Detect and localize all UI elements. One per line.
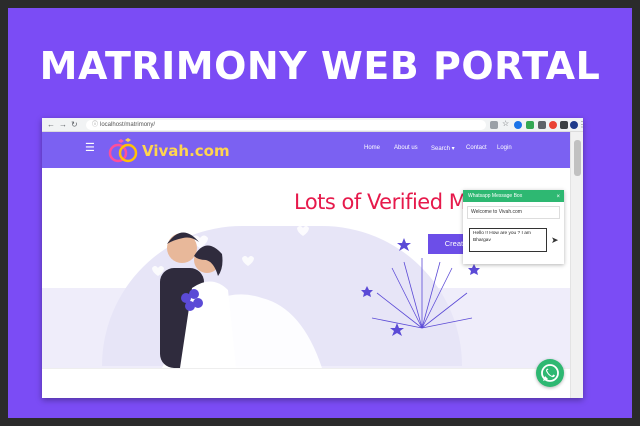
site-logo[interactable]: Vivah.com xyxy=(142,142,230,160)
nav-about-us[interactable]: About us xyxy=(394,145,418,151)
address-url: localhost/matrimony/ xyxy=(100,122,156,128)
extension-icon[interactable] xyxy=(538,121,546,129)
page-scrollbar[interactable] xyxy=(570,132,583,398)
forward-arrow-icon[interactable]: → xyxy=(59,120,67,130)
nav-search[interactable]: Search ▾ xyxy=(431,145,455,152)
info-icon: ⓘ xyxy=(92,122,99,128)
avatar[interactable] xyxy=(570,121,578,129)
extension-icon[interactable] xyxy=(490,121,498,129)
whatsapp-box-title: Whatsapp Message Box xyxy=(468,193,523,199)
page-bottom xyxy=(42,368,570,398)
extension-icon[interactable] xyxy=(526,121,534,129)
nav-home[interactable]: Home xyxy=(364,145,380,151)
whatsapp-message-line: Bhargav xyxy=(473,237,491,243)
nav-login[interactable]: Login xyxy=(497,145,512,151)
whatsapp-chat-button[interactable] xyxy=(536,359,564,387)
whatsapp-message-input[interactable]: Hello !! How are you ? I am Bhargav xyxy=(469,228,547,252)
star-icon[interactable]: ☆ xyxy=(502,119,509,129)
reload-icon[interactable]: ↻ xyxy=(71,120,78,130)
whatsapp-message-box: Whatsapp Message Box × Welcome to Vivah.… xyxy=(463,190,564,264)
site-navbar: ☰ Vivah.com Home About us Search ▾ Conta… xyxy=(42,132,570,168)
poster-headline: MATRIMONY WEB PORTAL xyxy=(39,44,601,88)
extension-icon[interactable] xyxy=(514,121,522,129)
browser-toolbar: ← → ↻ ⓘ localhost/matrimony/ ☆ ⋮ xyxy=(42,118,583,132)
close-icon[interactable]: × xyxy=(556,191,560,203)
send-icon[interactable]: ➤ xyxy=(551,235,559,246)
rings-logo-icon xyxy=(108,138,138,163)
menu-dots-icon[interactable]: ⋮ xyxy=(578,120,583,130)
whatsapp-icon xyxy=(541,364,559,382)
puzzle-icon[interactable] xyxy=(560,121,568,129)
whatsapp-welcome-message: Welcome to Vivah.com xyxy=(467,206,560,219)
back-arrow-icon[interactable]: ← xyxy=(47,120,55,130)
extension-icon[interactable] xyxy=(549,121,557,129)
whatsapp-box-header: Whatsapp Message Box × xyxy=(463,190,564,202)
scrollbar-thumb[interactable] xyxy=(574,140,581,176)
hamburger-icon[interactable]: ☰ xyxy=(85,141,95,154)
address-bar[interactable]: ⓘ localhost/matrimony/ xyxy=(86,120,486,130)
poster: MATRIMONY WEB PORTAL ← → ↻ ⓘ localhost/ma… xyxy=(8,8,632,418)
nav-contact[interactable]: Contact xyxy=(466,145,487,151)
